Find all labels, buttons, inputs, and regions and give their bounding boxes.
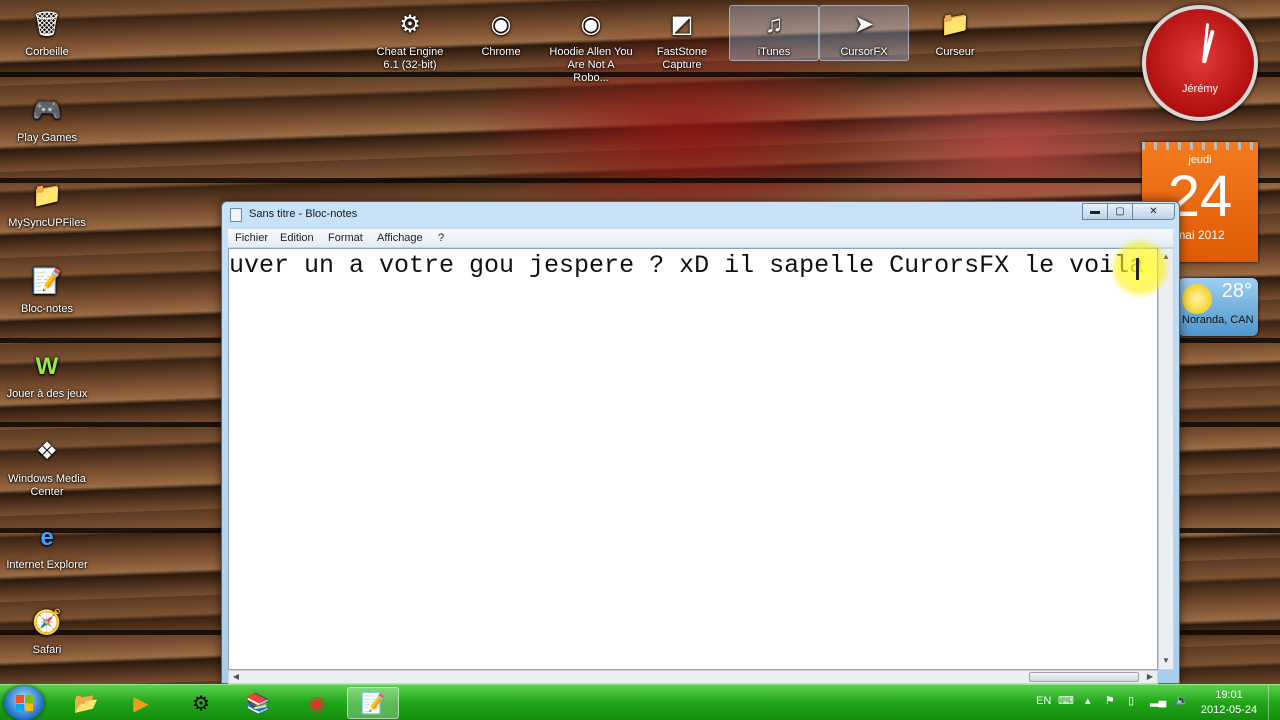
desktop-icon-curseur[interactable]: 📁 Curseur bbox=[913, 6, 997, 59]
recycle-bin-icon: 🗑 bbox=[31, 10, 63, 38]
scroll-right-arrow-icon[interactable]: ▶ bbox=[1143, 671, 1157, 683]
folder-icon: 📁 bbox=[32, 181, 62, 209]
wood-seam bbox=[0, 72, 1280, 77]
taskbar-winrar-button[interactable]: 📚 bbox=[232, 687, 284, 719]
cursorfx-icon: ➤ bbox=[853, 10, 875, 38]
tray-expand-icon[interactable]: ▴ bbox=[1085, 694, 1091, 720]
clock-gadget[interactable]: Jérémy bbox=[1142, 5, 1258, 121]
notepad-window[interactable]: Sans titre - Bloc-notes ▬ ▢ ✕ Fichier Ed… bbox=[221, 201, 1180, 684]
taskbar-time: 19:01 bbox=[1215, 689, 1243, 701]
desktop-icon-windows-media-center[interactable]: ❖ Windows Media Center bbox=[5, 433, 89, 499]
taskbar-chrome-button[interactable]: ◉ bbox=[291, 687, 343, 719]
games-icon: 🎮 bbox=[32, 96, 62, 124]
scroll-left-arrow-icon[interactable]: ◀ bbox=[229, 671, 243, 683]
editor-content: uver un a votre gou jespere ? xD il sape… bbox=[229, 251, 1145, 280]
network-signal-icon[interactable]: ▂▄ bbox=[1150, 694, 1166, 720]
media-player-icon: ▶ bbox=[133, 692, 149, 715]
taskbar-notepad-button[interactable]: 📝 bbox=[347, 687, 399, 719]
cheat-engine-icon: ⚙ bbox=[192, 692, 210, 715]
cursor-highlight bbox=[1110, 238, 1170, 298]
text-cursor-icon bbox=[1136, 258, 1139, 280]
weather-gadget[interactable]: 28° Noranda, CAN bbox=[1178, 278, 1258, 336]
desktop-icon-play-games[interactable]: 🎮 Play Games bbox=[5, 92, 89, 145]
internet-explorer-icon: e bbox=[40, 523, 54, 551]
taskbar: 📂 ▶ ⚙ 📚 ◉ 📝 EN ⌨ ▴ ⚑ ▯ ▂▄ 🔈 19:01 2012-0… bbox=[0, 684, 1280, 720]
weather-temperature: 28° bbox=[1221, 280, 1252, 302]
horizontal-scrollbar[interactable]: ◀ ▶ bbox=[228, 670, 1158, 684]
menu-edition[interactable]: Edition bbox=[280, 232, 314, 244]
show-desktop-button[interactable] bbox=[1268, 685, 1280, 720]
horizontal-scroll-thumb[interactable] bbox=[1029, 672, 1139, 682]
desktop-icon-itunes[interactable]: ♫ iTunes bbox=[729, 5, 819, 61]
notepad-icon bbox=[230, 208, 242, 222]
desktop-icon-corbeille[interactable]: 🗑 Corbeille bbox=[5, 6, 89, 59]
calendar-rings bbox=[1142, 142, 1258, 150]
menu-bar: Fichier Edition Format Affichage ? bbox=[228, 229, 1173, 248]
itunes-icon: ♫ bbox=[765, 10, 783, 38]
maximize-button[interactable]: ▢ bbox=[1107, 203, 1133, 220]
menu-fichier[interactable]: Fichier bbox=[235, 232, 268, 244]
menu-help[interactable]: ? bbox=[438, 232, 444, 244]
close-button[interactable]: ✕ bbox=[1132, 203, 1175, 220]
desktop-icon-chrome[interactable]: ◉ Chrome bbox=[459, 6, 543, 59]
chrome-icon: ◉ bbox=[490, 10, 512, 38]
media-center-icon: ❖ bbox=[36, 437, 58, 465]
notepad-icon: 📝 bbox=[32, 267, 62, 295]
windows-logo-icon bbox=[16, 695, 33, 711]
clock-name: Jérémy bbox=[1181, 83, 1219, 95]
sun-icon bbox=[1182, 284, 1212, 314]
taskbar-media-player-button[interactable]: ▶ bbox=[115, 687, 167, 719]
desktop-icon-faststone-capture[interactable]: ◩ FastStone Capture bbox=[640, 6, 724, 72]
cheat-engine-icon: ⚙ bbox=[399, 10, 421, 38]
scroll-down-arrow-icon[interactable]: ▼ bbox=[1159, 653, 1173, 669]
window-title: Sans titre - Bloc-notes bbox=[249, 208, 358, 220]
desktop-icon-safari[interactable]: 🧭 Safari bbox=[5, 604, 89, 657]
explorer-icon: 📂 bbox=[73, 692, 99, 715]
folder-icon: 📁 bbox=[940, 10, 970, 38]
menu-format[interactable]: Format bbox=[328, 232, 363, 244]
desktop-icon-jouer-a-des-jeux[interactable]: W Jouer à des jeux bbox=[5, 348, 89, 401]
wild-games-icon: W bbox=[35, 352, 59, 380]
chrome-icon: ◉ bbox=[580, 10, 602, 38]
language-indicator[interactable]: EN bbox=[1036, 695, 1051, 720]
desktop-icon-internet-explorer[interactable]: e Internet Explorer bbox=[5, 519, 89, 572]
start-button[interactable] bbox=[4, 686, 44, 720]
chrome-icon: ◉ bbox=[308, 692, 326, 715]
winrar-icon: 📚 bbox=[245, 692, 271, 715]
title-bar[interactable]: Sans titre - Bloc-notes ▬ ▢ ✕ bbox=[222, 202, 1179, 228]
desktop-icon-mysyncupfiles[interactable]: 📁 MySyncUPFiles bbox=[5, 177, 89, 230]
taskbar-clock[interactable]: 19:01 2012-05-24 bbox=[1196, 688, 1262, 718]
faststone-icon: ◩ bbox=[670, 10, 694, 38]
volume-icon[interactable]: 🔈 bbox=[1175, 694, 1189, 720]
desktop-icon-hoodie-allen[interactable]: ◉ Hoodie Allen You Are Not A Robo... bbox=[549, 6, 633, 85]
minimize-button[interactable]: ▬ bbox=[1082, 203, 1108, 220]
taskbar-date: 2012-05-24 bbox=[1200, 704, 1258, 716]
vertical-scrollbar[interactable]: ▲ ▼ bbox=[1158, 248, 1174, 670]
battery-icon[interactable]: ▯ bbox=[1128, 694, 1134, 720]
taskbar-cheat-engine-button[interactable]: ⚙ bbox=[175, 687, 227, 719]
safari-icon: 🧭 bbox=[32, 608, 62, 636]
notepad-icon: 📝 bbox=[360, 692, 386, 715]
wood-seam bbox=[0, 178, 1280, 183]
desktop-icon-bloc-notes[interactable]: 📝 Bloc-notes bbox=[5, 263, 89, 316]
weather-location: Noranda, CAN bbox=[1182, 314, 1254, 326]
text-editor[interactable]: uver un a votre gou jespere ? xD il sape… bbox=[228, 248, 1158, 670]
desktop-icon-cursorfx[interactable]: ➤ CursorFX bbox=[819, 5, 909, 61]
taskbar-explorer-button[interactable]: 📂 bbox=[60, 687, 112, 719]
desktop-icon-cheat-engine[interactable]: ⚙ Cheat Engine 6.1 (32-bit) bbox=[368, 6, 452, 72]
menu-affichage[interactable]: Affichage bbox=[377, 232, 423, 244]
action-center-flag-icon[interactable]: ⚑ bbox=[1105, 694, 1115, 720]
keyboard-icon[interactable]: ⌨ bbox=[1058, 694, 1074, 720]
